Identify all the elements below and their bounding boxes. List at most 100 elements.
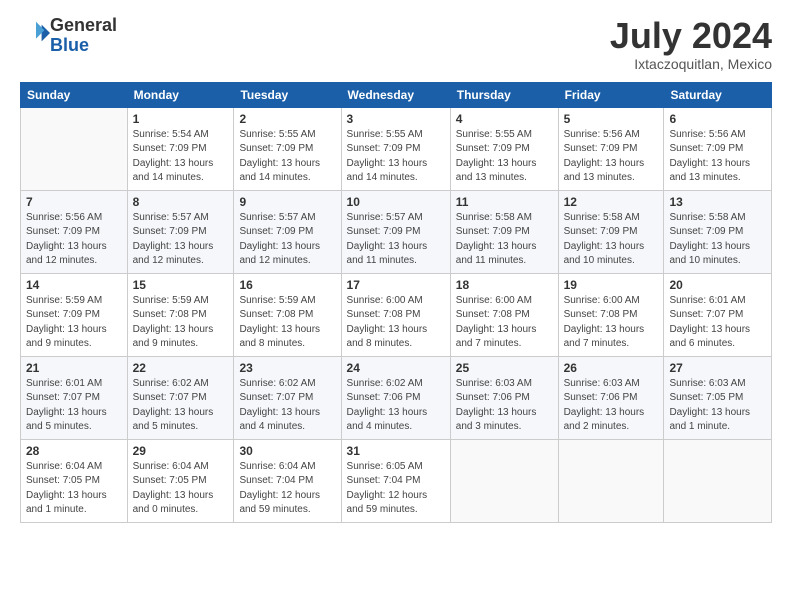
calendar-weekday-header: Saturday xyxy=(664,82,772,107)
calendar-day-cell: 3Sunrise: 5:55 AM Sunset: 7:09 PM Daylig… xyxy=(341,107,450,190)
day-info: Sunrise: 6:02 AM Sunset: 7:07 PM Dayligh… xyxy=(239,377,335,435)
day-info: Sunrise: 6:03 AM Sunset: 7:06 PM Dayligh… xyxy=(456,377,553,435)
day-number: 25 xyxy=(456,361,553,375)
day-info: Sunrise: 6:03 AM Sunset: 7:05 PM Dayligh… xyxy=(669,377,766,435)
day-number: 7 xyxy=(26,195,122,209)
calendar-day-cell: 23 Sunrise: 6:02 AM Sunset: 7:07 PM Dayli… xyxy=(234,356,341,439)
calendar-week-row: 21Sunrise: 6:01 AM Sunset: 7:07 PM Dayli… xyxy=(21,356,772,439)
day-number: 4 xyxy=(456,112,553,126)
calendar-subtitle: Ixtaczoquitlan, Mexico xyxy=(610,56,772,72)
calendar-weekday-header: Wednesday xyxy=(341,82,450,107)
day-number: 26 xyxy=(564,361,659,375)
title-block: July 2024 Ixtaczoquitlan, Mexico xyxy=(610,16,772,72)
calendar-weekday-header: Sunday xyxy=(21,82,128,107)
day-info: Sunrise: 5:58 AM Sunset: 7:09 PM Dayligh… xyxy=(669,211,766,269)
day-number: 13 xyxy=(669,195,766,209)
calendar-day-cell: 9 Sunrise: 5:57 AM Sunset: 7:09 PM Daylig… xyxy=(234,190,341,273)
day-info: Sunrise: 6:04 AM Sunset: 7:05 PM Dayligh… xyxy=(133,460,229,518)
day-info: Sunrise: 6:01 AM Sunset: 7:07 PM Dayligh… xyxy=(669,294,766,352)
calendar-day-cell: 15Sunrise: 5:59 AM Sunset: 7:08 PM Dayli… xyxy=(127,273,234,356)
calendar-day-cell: 20 Sunrise: 6:01 AM Sunset: 7:07 PM Dayli… xyxy=(664,273,772,356)
calendar-day-cell: 12Sunrise: 5:58 AM Sunset: 7:09 PM Dayli… xyxy=(558,190,664,273)
day-number: 2 xyxy=(239,112,335,126)
day-number: 9 xyxy=(239,195,335,209)
day-number: 16 xyxy=(239,278,335,292)
day-info: Sunrise: 5:58 AM Sunset: 7:09 PM Dayligh… xyxy=(456,211,553,269)
day-info: Sunrise: 6:00 AM Sunset: 7:08 PM Dayligh… xyxy=(564,294,659,352)
calendar-day-cell: 27 Sunrise: 6:03 AM Sunset: 7:05 PM Dayli… xyxy=(664,356,772,439)
day-number: 14 xyxy=(26,278,122,292)
calendar-week-row: 28 Sunrise: 6:04 AM Sunset: 7:05 PM Dayli… xyxy=(21,439,772,522)
logo-blue: Blue xyxy=(50,35,89,55)
calendar-day-cell: 30 Sunrise: 6:04 AM Sunset: 7:04 PM Dayli… xyxy=(234,439,341,522)
calendar-day-cell xyxy=(664,439,772,522)
calendar-day-cell: 25 Sunrise: 6:03 AM Sunset: 7:06 PM Dayli… xyxy=(450,356,558,439)
calendar-weekday-header: Friday xyxy=(558,82,664,107)
day-number: 15 xyxy=(133,278,229,292)
day-number: 21 xyxy=(26,361,122,375)
calendar-day-cell: 14 Sunrise: 5:59 AM Sunset: 7:09 PM Dayli… xyxy=(21,273,128,356)
day-info: Sunrise: 5:54 AM Sunset: 7:09 PM Dayligh… xyxy=(133,128,229,186)
day-info: Sunrise: 5:57 AM Sunset: 7:09 PM Dayligh… xyxy=(347,211,445,269)
day-number: 27 xyxy=(669,361,766,375)
logo-general: General xyxy=(50,15,117,35)
day-info: Sunrise: 5:56 AM Sunset: 7:09 PM Dayligh… xyxy=(669,128,766,186)
calendar-day-cell: 21Sunrise: 6:01 AM Sunset: 7:07 PM Dayli… xyxy=(21,356,128,439)
day-info: Sunrise: 6:05 AM Sunset: 7:04 PM Dayligh… xyxy=(347,460,445,518)
logo-icon xyxy=(22,19,50,47)
day-number: 19 xyxy=(564,278,659,292)
day-info: Sunrise: 5:55 AM Sunset: 7:09 PM Dayligh… xyxy=(239,128,335,186)
calendar-day-cell: 10Sunrise: 5:57 AM Sunset: 7:09 PM Dayli… xyxy=(341,190,450,273)
logo: General Blue xyxy=(20,16,117,56)
calendar-day-cell xyxy=(21,107,128,190)
day-info: Sunrise: 5:59 AM Sunset: 7:09 PM Dayligh… xyxy=(26,294,122,352)
day-info: Sunrise: 5:57 AM Sunset: 7:09 PM Dayligh… xyxy=(133,211,229,269)
calendar-week-row: 7Sunrise: 5:56 AM Sunset: 7:09 PM Daylig… xyxy=(21,190,772,273)
day-number: 18 xyxy=(456,278,553,292)
calendar-day-cell xyxy=(558,439,664,522)
day-number: 23 xyxy=(239,361,335,375)
day-number: 28 xyxy=(26,444,122,458)
calendar-day-cell: 19 Sunrise: 6:00 AM Sunset: 7:08 PM Dayli… xyxy=(558,273,664,356)
day-info: Sunrise: 6:00 AM Sunset: 7:08 PM Dayligh… xyxy=(347,294,445,352)
day-number: 6 xyxy=(669,112,766,126)
calendar-day-cell: 18 Sunrise: 6:00 AM Sunset: 7:08 PM Dayli… xyxy=(450,273,558,356)
day-info: Sunrise: 5:57 AM Sunset: 7:09 PM Dayligh… xyxy=(239,211,335,269)
calendar-day-cell: 24Sunrise: 6:02 AM Sunset: 7:06 PM Dayli… xyxy=(341,356,450,439)
calendar-day-cell: 26Sunrise: 6:03 AM Sunset: 7:06 PM Dayli… xyxy=(558,356,664,439)
calendar-table: SundayMondayTuesdayWednesdayThursdayFrid… xyxy=(20,82,772,523)
logo-text: General Blue xyxy=(50,16,117,56)
day-number: 12 xyxy=(564,195,659,209)
day-number: 8 xyxy=(133,195,229,209)
day-info: Sunrise: 6:00 AM Sunset: 7:08 PM Dayligh… xyxy=(456,294,553,352)
calendar-day-cell: 13 Sunrise: 5:58 AM Sunset: 7:09 PM Dayli… xyxy=(664,190,772,273)
calendar-header-row: SundayMondayTuesdayWednesdayThursdayFrid… xyxy=(21,82,772,107)
day-number: 31 xyxy=(347,444,445,458)
page: General Blue July 2024 Ixtaczoquitlan, M… xyxy=(0,0,792,612)
header: General Blue July 2024 Ixtaczoquitlan, M… xyxy=(20,16,772,72)
calendar-day-cell: 5 Sunrise: 5:56 AM Sunset: 7:09 PM Daylig… xyxy=(558,107,664,190)
calendar-day-cell xyxy=(450,439,558,522)
calendar-day-cell: 4 Sunrise: 5:55 AM Sunset: 7:09 PM Daylig… xyxy=(450,107,558,190)
day-info: Sunrise: 5:56 AM Sunset: 7:09 PM Dayligh… xyxy=(564,128,659,186)
day-info: Sunrise: 6:02 AM Sunset: 7:06 PM Dayligh… xyxy=(347,377,445,435)
day-info: Sunrise: 6:04 AM Sunset: 7:04 PM Dayligh… xyxy=(239,460,335,518)
calendar-day-cell: 6 Sunrise: 5:56 AM Sunset: 7:09 PM Daylig… xyxy=(664,107,772,190)
day-number: 30 xyxy=(239,444,335,458)
calendar-weekday-header: Monday xyxy=(127,82,234,107)
day-info: Sunrise: 6:02 AM Sunset: 7:07 PM Dayligh… xyxy=(133,377,229,435)
day-info: Sunrise: 5:55 AM Sunset: 7:09 PM Dayligh… xyxy=(456,128,553,186)
calendar-day-cell: 17 Sunrise: 6:00 AM Sunset: 7:08 PM Dayli… xyxy=(341,273,450,356)
calendar-day-cell: 2 Sunrise: 5:55 AM Sunset: 7:09 PM Daylig… xyxy=(234,107,341,190)
calendar-day-cell: 1Sunrise: 5:54 AM Sunset: 7:09 PM Daylig… xyxy=(127,107,234,190)
calendar-day-cell: 31 Sunrise: 6:05 AM Sunset: 7:04 PM Dayli… xyxy=(341,439,450,522)
calendar-day-cell: 7Sunrise: 5:56 AM Sunset: 7:09 PM Daylig… xyxy=(21,190,128,273)
day-number: 20 xyxy=(669,278,766,292)
calendar-week-row: 1Sunrise: 5:54 AM Sunset: 7:09 PM Daylig… xyxy=(21,107,772,190)
calendar-weekday-header: Thursday xyxy=(450,82,558,107)
calendar-week-row: 14 Sunrise: 5:59 AM Sunset: 7:09 PM Dayli… xyxy=(21,273,772,356)
day-number: 5 xyxy=(564,112,659,126)
day-number: 3 xyxy=(347,112,445,126)
day-info: Sunrise: 6:04 AM Sunset: 7:05 PM Dayligh… xyxy=(26,460,122,518)
day-number: 17 xyxy=(347,278,445,292)
